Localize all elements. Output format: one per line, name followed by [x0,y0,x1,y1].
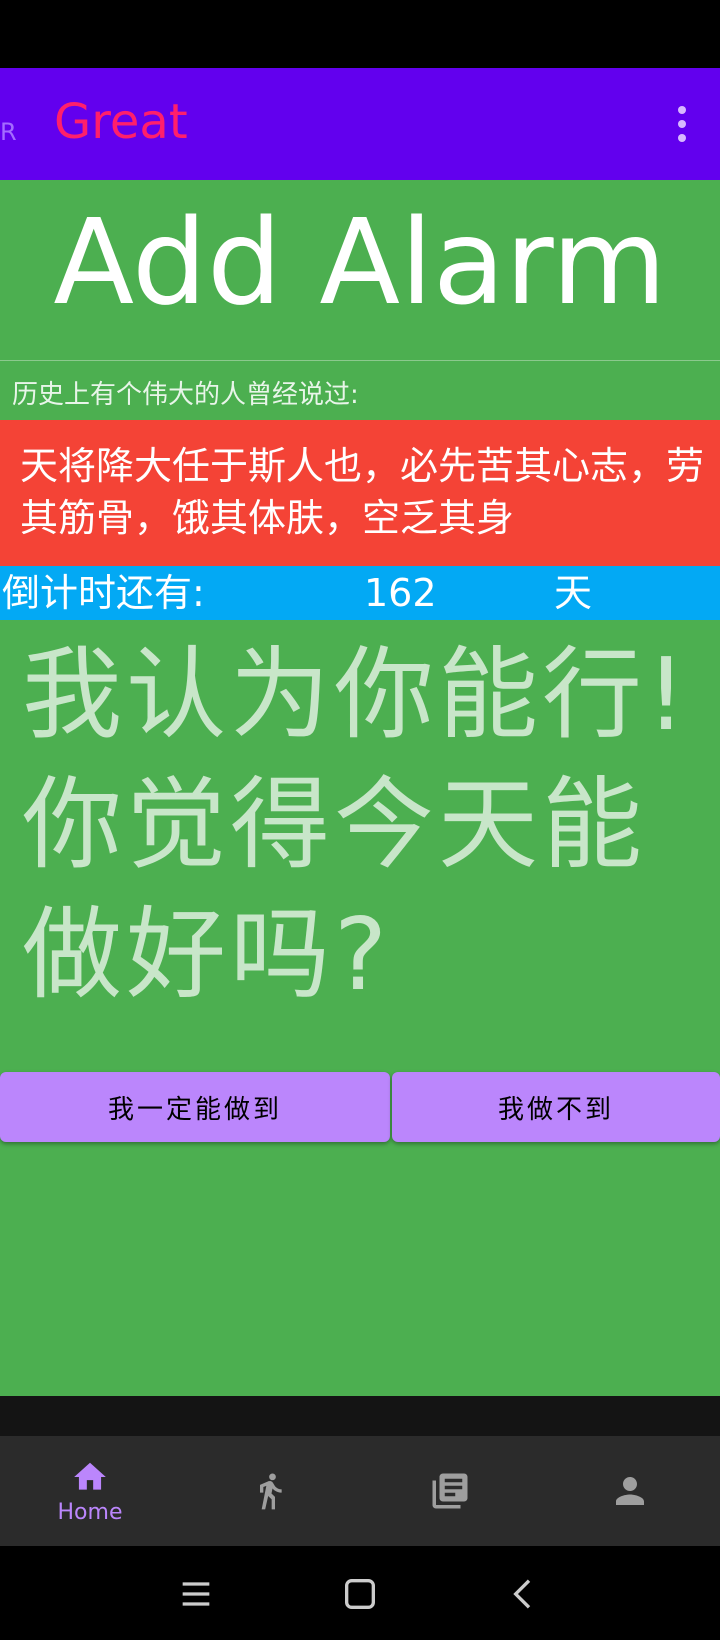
no-button[interactable]: 我做不到 [392,1072,720,1142]
bottom-navigation: Home [0,1436,720,1546]
main-content: Add Alarm 历史上有个伟大的人曾经说过: 天将降大任于斯人也，必先苦其心… [0,180,720,1396]
quote-text: 天将降大任于斯人也，必先苦其心志，劳其筋骨，饿其体肤，空乏其身 [20,444,705,540]
home-icon [74,1462,106,1490]
app-bar-nav-letter[interactable]: R [0,120,17,144]
status-bar [0,0,720,68]
nav-item-profile[interactable] [540,1436,720,1546]
nav-divider-bar [0,1396,720,1436]
countdown-label: 倒计时还有: [2,571,205,615]
divider [0,360,720,361]
quote-intro: 历史上有个伟大的人曾经说过: [12,380,359,410]
answer-buttons: 我一定能做到 我做不到 [0,1072,720,1142]
encouragement-text: 我认为你能行!你觉得今天能做好吗? [22,636,691,1013]
run-icon [260,1473,282,1510]
countdown-unit: 天 [554,571,593,615]
back-icon[interactable] [504,1574,544,1614]
person-icon [616,1477,644,1505]
app-bar-title: Great [54,94,188,150]
system-navigation-bar [0,1546,720,1640]
quote-box: 天将降大任于斯人也，必先苦其心志，劳其筋骨，饿其体肤，空乏其身 [0,420,720,566]
app-bar: R Great [0,68,720,180]
nav-item-library[interactable] [360,1436,540,1546]
countdown-value: 162 [364,571,437,615]
nav-item-home-label: Home [57,1499,123,1525]
nav-item-run[interactable] [180,1436,360,1546]
library-icon [432,1473,468,1509]
overflow-menu-icon[interactable] [674,106,690,142]
menu-icon[interactable] [176,1574,216,1614]
nav-item-home[interactable]: Home [0,1436,180,1546]
home-square-icon[interactable] [340,1574,380,1614]
yes-button[interactable]: 我一定能做到 [0,1072,390,1142]
countdown-bar: 倒计时还有: 162 天 [0,566,720,620]
page-title: Add Alarm [53,193,667,331]
